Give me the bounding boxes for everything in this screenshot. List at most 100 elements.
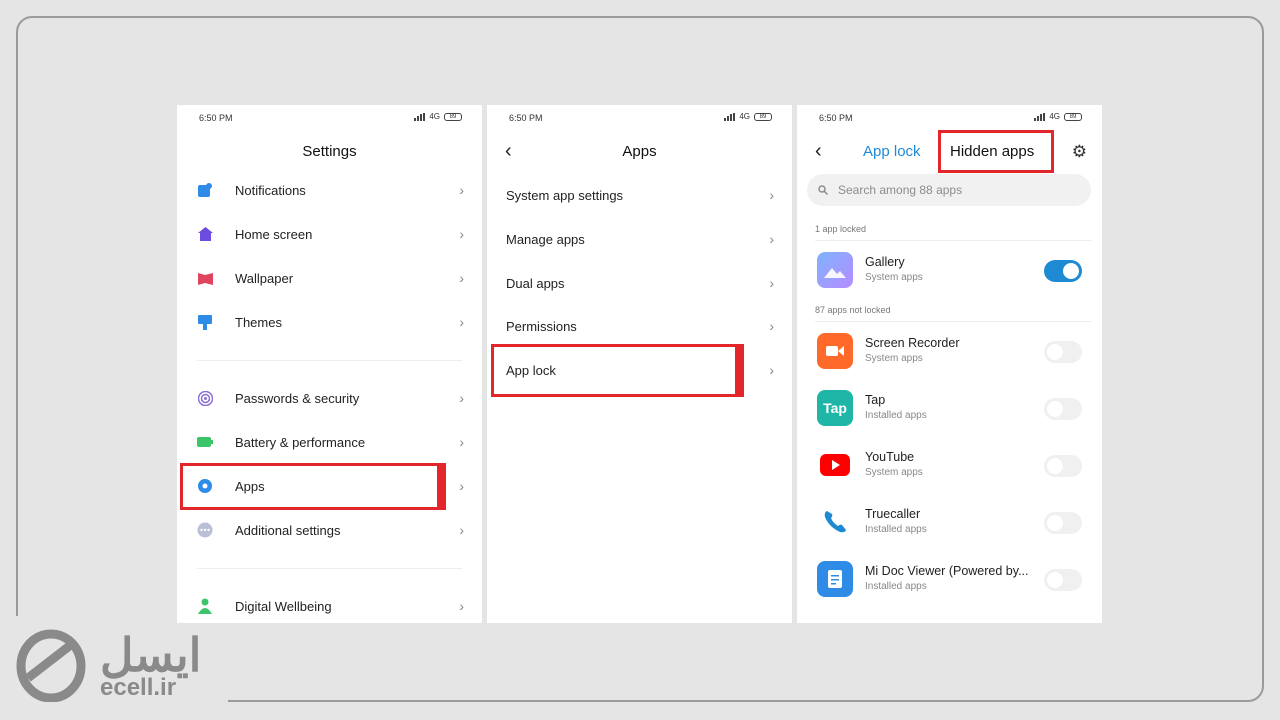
battery-settings-icon bbox=[197, 434, 213, 450]
app-name: YouTube bbox=[865, 450, 915, 464]
chevron-right-icon: › bbox=[459, 226, 464, 242]
chevron-right-icon: › bbox=[459, 598, 464, 614]
youtube-icon bbox=[817, 447, 853, 483]
apps-screen: 6:50 PM 4G 89 ‹ Apps System app settings… bbox=[487, 105, 792, 623]
tab-app-lock[interactable]: App lock bbox=[863, 143, 921, 160]
settings-item-label: Home screen bbox=[235, 226, 313, 242]
status-time: 6:50 PM bbox=[509, 113, 543, 123]
app-row-gallery: Gallery System apps bbox=[797, 242, 1102, 298]
chevron-right-icon: › bbox=[459, 478, 464, 494]
chevron-right-icon: › bbox=[459, 270, 464, 286]
apps-item-label: Manage apps bbox=[506, 231, 585, 247]
app-name: Screen Recorder bbox=[865, 336, 960, 350]
tap-icon: Tap bbox=[817, 390, 853, 426]
apps-item-dual-apps[interactable]: Dual apps › bbox=[487, 261, 792, 305]
lock-toggle[interactable] bbox=[1044, 512, 1082, 534]
status-indicators: 4G 89 bbox=[414, 112, 462, 121]
app-name: Gallery bbox=[865, 255, 905, 269]
settings-item-battery[interactable]: Battery & performance › bbox=[177, 420, 482, 464]
app-category: System apps bbox=[865, 467, 923, 478]
settings-item-notifications[interactable]: Notifications › bbox=[177, 168, 482, 212]
notifications-icon bbox=[197, 182, 213, 198]
toggle-knob bbox=[1063, 263, 1079, 279]
divider bbox=[197, 568, 462, 569]
app-category: Installed apps bbox=[865, 581, 927, 592]
settings-item-digital-wellbeing[interactable]: Digital Wellbeing › bbox=[177, 584, 482, 623]
wellbeing-icon bbox=[197, 598, 213, 614]
status-indicators: 4G 89 bbox=[1034, 112, 1082, 121]
chevron-right-icon: › bbox=[769, 318, 774, 334]
settings-item-label: Battery & performance bbox=[235, 434, 366, 450]
settings-item-wallpaper[interactable]: Wallpaper › bbox=[177, 256, 482, 300]
gear-icon[interactable]: ⚙ bbox=[1072, 142, 1087, 162]
settings-item-passwords[interactable]: Passwords & security › bbox=[177, 376, 482, 420]
app-row-truecaller: Truecaller Installed apps bbox=[797, 494, 1102, 550]
lock-toggle[interactable] bbox=[1044, 569, 1082, 591]
apps-item-permissions[interactable]: Permissions › bbox=[487, 304, 792, 348]
status-time: 6:50 PM bbox=[819, 113, 853, 123]
home-icon bbox=[197, 226, 213, 242]
status-time: 6:50 PM bbox=[199, 113, 233, 123]
apps-item-label: Permissions bbox=[506, 318, 577, 334]
toggle-knob bbox=[1047, 458, 1063, 474]
settings-item-apps[interactable]: Apps › bbox=[177, 464, 482, 508]
battery-icon: 89 bbox=[1064, 112, 1082, 121]
search-placeholder: Search among 88 apps bbox=[838, 183, 963, 197]
settings-item-additional[interactable]: Additional settings › bbox=[177, 508, 482, 552]
chevron-right-icon: › bbox=[769, 275, 774, 291]
settings-item-label: Digital Wellbeing bbox=[235, 598, 332, 614]
settings-item-themes[interactable]: Themes › bbox=[177, 300, 482, 344]
more-icon bbox=[197, 522, 213, 538]
logo-mark-icon bbox=[16, 629, 86, 702]
status-bar: 6:50 PM 4G 89 bbox=[797, 105, 1102, 131]
lock-toggle[interactable] bbox=[1044, 260, 1082, 282]
app-name: Tap bbox=[865, 393, 886, 407]
app-category: System apps bbox=[865, 353, 923, 364]
settings-item-label: Apps bbox=[235, 478, 265, 494]
settings-item-home-screen[interactable]: Home screen › bbox=[177, 212, 482, 256]
fingerprint-icon bbox=[197, 390, 213, 406]
search-input[interactable]: Search among 88 apps bbox=[807, 174, 1091, 206]
section-header-unlocked: 87 apps not locked bbox=[815, 305, 891, 315]
app-category: Installed apps bbox=[865, 524, 927, 535]
screen-recorder-icon bbox=[817, 333, 853, 369]
divider bbox=[197, 360, 462, 361]
app-name: Truecaller bbox=[865, 507, 921, 521]
chevron-right-icon: › bbox=[769, 362, 774, 378]
app-row-mi-doc-viewer: Mi Doc Viewer (Powered by... Installed a… bbox=[797, 551, 1102, 607]
chevron-right-icon: › bbox=[769, 187, 774, 203]
lock-toggle[interactable] bbox=[1044, 398, 1082, 420]
lock-toggle[interactable] bbox=[1044, 341, 1082, 363]
apps-item-app-lock[interactable]: App lock › bbox=[487, 348, 792, 392]
search-icon bbox=[818, 185, 828, 195]
signal-icon bbox=[414, 112, 426, 121]
apps-item-label: App lock bbox=[506, 362, 556, 378]
settings-item-label: Passwords & security bbox=[235, 390, 360, 406]
apps-item-label: Dual apps bbox=[506, 275, 565, 291]
themes-icon bbox=[197, 314, 213, 330]
apps-gear-icon bbox=[197, 478, 213, 494]
chevron-right-icon: › bbox=[459, 434, 464, 450]
toggle-knob bbox=[1047, 344, 1063, 360]
apps-item-manage-apps[interactable]: Manage apps › bbox=[487, 217, 792, 261]
network-type: 4G bbox=[739, 112, 750, 121]
settings-item-label: Themes bbox=[235, 314, 282, 330]
chevron-right-icon: › bbox=[459, 182, 464, 198]
chevron-right-icon: › bbox=[459, 522, 464, 538]
chevron-right-icon: › bbox=[459, 390, 464, 406]
divider bbox=[815, 321, 1092, 322]
back-arrow-icon[interactable]: ‹ bbox=[815, 141, 822, 161]
apps-item-system-app-settings[interactable]: System app settings › bbox=[487, 173, 792, 217]
settings-item-label: Notifications bbox=[235, 182, 306, 198]
signal-icon bbox=[1034, 112, 1046, 121]
phone-icon bbox=[817, 504, 853, 540]
app-category: System apps bbox=[865, 272, 923, 283]
wallpaper-icon bbox=[197, 270, 213, 286]
lock-toggle[interactable] bbox=[1044, 455, 1082, 477]
network-type: 4G bbox=[1049, 112, 1060, 121]
document-icon bbox=[817, 561, 853, 597]
page-title: Apps bbox=[622, 143, 657, 160]
apps-item-label: System app settings bbox=[506, 187, 624, 203]
section-header-locked: 1 app locked bbox=[815, 224, 867, 234]
network-type: 4G bbox=[429, 112, 440, 121]
